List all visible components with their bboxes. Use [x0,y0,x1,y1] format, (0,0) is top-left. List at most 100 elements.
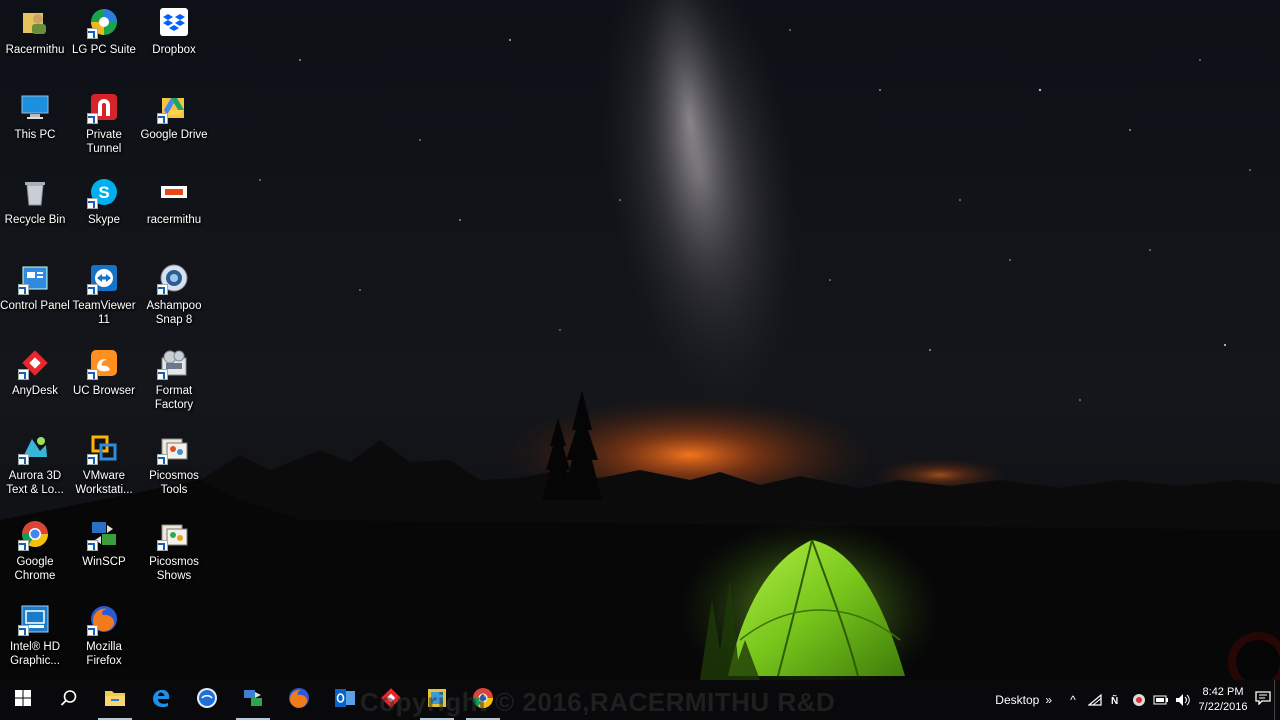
taskbar-file-explorer[interactable] [92,680,138,720]
desktop-icon-label: Dropbox [152,44,196,56]
desktop-icon-winscp[interactable]: WinSCP [69,512,139,592]
desktop-icon-label: Picosmos Shows [149,556,199,582]
taskbar-network-tool[interactable] [230,680,276,720]
desktop-icon-label: AnyDesk [11,385,59,397]
desktop-icon-aurora-3d[interactable]: Aurora 3D Text & Lo... [0,426,70,506]
desktop-icon-area: Racermithu This PC Recycle Bin Control P… [0,0,1280,680]
show-desktop-button[interactable] [1274,680,1280,720]
vmware-icon [87,432,120,465]
desktop-icon-label: This PC [14,129,56,141]
teamviewer-icon [87,262,120,295]
search-button[interactable] [46,680,92,720]
desktop-icon-google-drive[interactable]: Google Drive [139,85,209,165]
this-pc-icon [19,91,51,123]
language-icon[interactable]: Ñ [1106,680,1128,720]
desktop-icon-label: Google Drive [140,129,208,141]
desktop-icon-dropbox[interactable]: Dropbox [139,0,209,80]
chrome-taskbar-icon [472,687,494,714]
desktop-icon-label: WinSCP [82,556,126,568]
desktop-icon-racermithu-logo[interactable]: racermithu [139,170,209,250]
battery-icon[interactable] [1150,680,1172,720]
desktop-icon-picosmos-shows[interactable]: Picosmos Shows [139,512,209,592]
private-tunnel-icon [87,91,120,124]
system-clock[interactable]: 8:42 PM 7/22/2016 [1194,685,1252,715]
edge-icon [151,688,171,713]
svg-text:Ñ: Ñ [1111,694,1118,707]
uc-browser-icon [87,347,120,380]
desktop-icon-label: Mozilla Firefox [86,641,122,667]
format-factory-icon [157,347,190,380]
start-button[interactable] [0,680,46,720]
firefox-icon [87,603,120,636]
windows-start-icon [15,689,31,711]
desktop-icon-picosmos-tools[interactable]: Picosmos Tools [139,426,209,506]
skype-icon: S [87,176,120,209]
desktop-icon-anydesk[interactable]: AnyDesk [0,341,70,421]
desktop-icon-skype[interactable]: S Skype [69,170,139,250]
search-icon [60,689,78,712]
google-drive-icon [157,91,190,124]
desktop-icon-label: VMware Workstati... [75,470,133,496]
dropbox-icon [158,6,190,38]
picosmos-tools-icon [157,432,190,465]
desktop-toolbar-label[interactable]: Desktop [985,693,1045,707]
aurora-3d-icon [18,432,51,465]
desktop-icon-label: Racermithu [5,44,65,56]
desktop-icon-label: Google Chrome [14,556,56,582]
desktop-icon-label: Skype [88,214,120,226]
desktop-icon-uc-browser[interactable]: UC Browser [69,341,139,421]
desktop-icon-this-pc[interactable]: This PC [0,85,70,165]
ashampoo-snap-icon [157,262,190,295]
desktop-icon-intel-hd-graphics[interactable]: Intel® HD Graphic... [0,597,70,677]
racermithu-logo-icon [158,176,190,208]
desktop-icon-label: UC Browser [73,385,135,397]
system-tray: Desktop » ^ Ñ 8:42 PM 7/22/2016 [985,680,1280,720]
volume-icon[interactable] [1172,680,1194,720]
sticky-app-icon [427,688,447,713]
taskbar-anydesk[interactable] [368,680,414,720]
desktop-icon-label: Private Tunnel [86,129,122,155]
picosmos-shows-icon [157,518,190,551]
taskbar-firefox[interactable] [276,680,322,720]
anydesk-taskbar-icon [380,687,402,714]
toolbar-expand-icon[interactable]: » [1045,693,1062,707]
show-hidden-icons-button[interactable]: ^ [1062,680,1084,720]
taskbar-outlook[interactable] [322,680,368,720]
desktop-icon-private-tunnel[interactable]: Private Tunnel [69,85,139,165]
desktop-icon-vmware[interactable]: VMware Workstati... [69,426,139,506]
desktop-icon-ashampoo-snap[interactable]: Ashampoo Snap 8 [139,256,209,336]
anydesk-icon [18,347,51,380]
taskbar-skype[interactable] [184,680,230,720]
record-icon[interactable] [1128,680,1150,720]
taskbar-chrome[interactable] [460,680,506,720]
chrome-icon [18,518,51,551]
file-explorer-icon [104,688,126,713]
outlook-icon [334,687,356,714]
control-panel-icon [18,262,51,295]
desktop-icon-label: Picosmos Tools [149,470,199,496]
desktop-icon-mozilla-firefox[interactable]: Mozilla Firefox [69,597,139,677]
desktop-icon-label: Intel® HD Graphic... [9,641,60,667]
firefox-taskbar-icon [288,687,310,714]
notification-icon [1255,690,1271,710]
desktop-icon-format-factory[interactable]: Format Factory [139,341,209,421]
lg-pc-suite-icon [87,6,120,39]
desktop-icon-label: Aurora 3D Text & Lo... [6,470,64,496]
desktop-icon-google-chrome[interactable]: Google Chrome [0,512,70,592]
desktop-icon-label: LG PC Suite [72,44,136,56]
desktop-icon-lg-pc-suite[interactable]: LG PC Suite [69,0,139,80]
desktop-icon-recycle-bin[interactable]: Recycle Bin [0,170,70,250]
desktop-icon-label: racermithu [146,214,202,226]
desktop-icon-control-panel[interactable]: Control Panel [0,256,70,336]
desktop-icon-label: Format Factory [154,385,194,411]
action-center-button[interactable] [1252,680,1274,720]
desktop-icon-label: Recycle Bin [4,214,66,226]
recycle-bin-icon [19,176,51,208]
network-wifi-icon[interactable] [1084,680,1106,720]
taskbar-app[interactable] [414,680,460,720]
taskbar-edge[interactable] [138,680,184,720]
winscp-icon [87,518,120,551]
desktop-icon-teamviewer[interactable]: TeamViewer 11 [69,256,139,336]
intel-hd-graphics-icon [18,603,51,636]
desktop-icon-racermithu[interactable]: Racermithu [0,0,70,80]
